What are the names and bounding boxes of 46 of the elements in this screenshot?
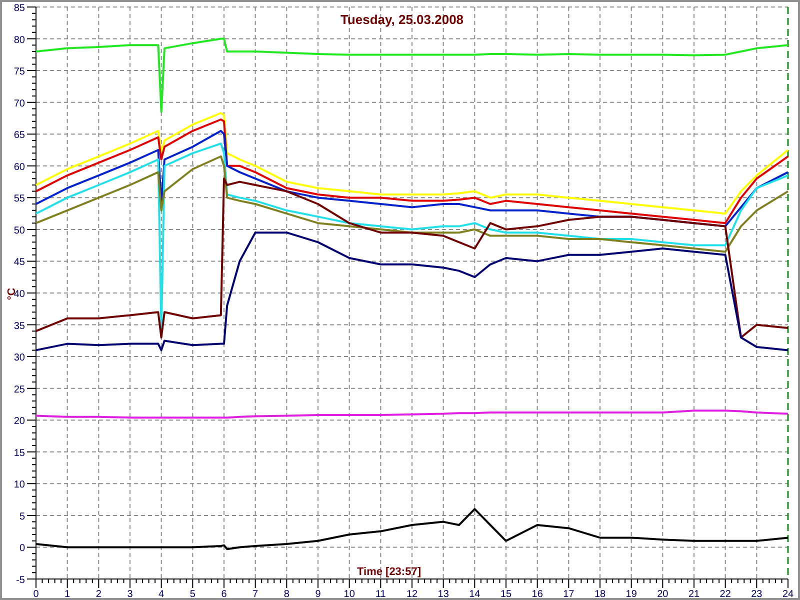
y-tick-label: 25 bbox=[14, 384, 25, 396]
y-tick-label: 75 bbox=[14, 66, 25, 78]
y-tick-label: 45 bbox=[14, 257, 25, 268]
x-tick-label: 10 bbox=[344, 589, 355, 598]
x-tick-label: 7 bbox=[252, 589, 258, 598]
x-tick-label: 18 bbox=[594, 589, 606, 598]
x-tick-label: 9 bbox=[315, 589, 321, 598]
x-tick-label: 23 bbox=[751, 589, 762, 598]
x-tick-label: 3 bbox=[127, 589, 133, 598]
x-tick-label: 11 bbox=[375, 589, 386, 598]
x-tick-label: 20 bbox=[657, 589, 668, 598]
y-tick-label: 20 bbox=[14, 416, 25, 428]
x-tick-label: 12 bbox=[406, 589, 418, 598]
x-axis-label: Time [23:57] bbox=[357, 566, 421, 578]
x-tick-label: 6 bbox=[221, 589, 227, 598]
x-tick-label: 24 bbox=[782, 589, 794, 598]
y-tick-label: 5 bbox=[19, 511, 25, 522]
x-tick-label: 17 bbox=[563, 589, 574, 598]
y-tick-label: 80 bbox=[14, 34, 25, 46]
x-tick-label: 19 bbox=[626, 589, 637, 598]
y-tick-label: 70 bbox=[14, 98, 25, 110]
x-tick-label: 2 bbox=[96, 589, 102, 598]
x-tick-label: 8 bbox=[284, 589, 290, 598]
x-tick-label: 13 bbox=[438, 589, 449, 598]
y-tick-label: 50 bbox=[14, 225, 25, 236]
y-tick-label: 10 bbox=[14, 480, 25, 491]
y-tick-label: 35 bbox=[14, 320, 25, 332]
y-tick-label: 0 bbox=[19, 543, 25, 554]
x-tick-label: 14 bbox=[469, 589, 480, 598]
y-tick-label: 65 bbox=[14, 130, 25, 142]
y-tick-label: 30 bbox=[14, 352, 25, 364]
x-tick-label: 15 bbox=[500, 589, 512, 598]
x-tick-label: 16 bbox=[532, 589, 543, 598]
y-tick-label: 55 bbox=[14, 194, 25, 205]
x-tick-label: 5 bbox=[190, 589, 196, 598]
y-tick-label: -5 bbox=[16, 575, 25, 586]
x-tick-label: 22 bbox=[720, 589, 731, 598]
y-tick-label: 15 bbox=[14, 448, 25, 459]
y-tick-label: 40 bbox=[14, 289, 25, 300]
y-tick-label: 60 bbox=[14, 162, 25, 173]
x-tick-label: 1 bbox=[64, 589, 70, 598]
y-tick-label: 85 bbox=[14, 3, 25, 14]
x-tick-label: 0 bbox=[33, 589, 39, 598]
x-tick-label: 21 bbox=[688, 589, 700, 598]
x-tick-label: 4 bbox=[158, 589, 164, 598]
chart-title: Tuesday, 25.03.2008 bbox=[340, 12, 464, 27]
